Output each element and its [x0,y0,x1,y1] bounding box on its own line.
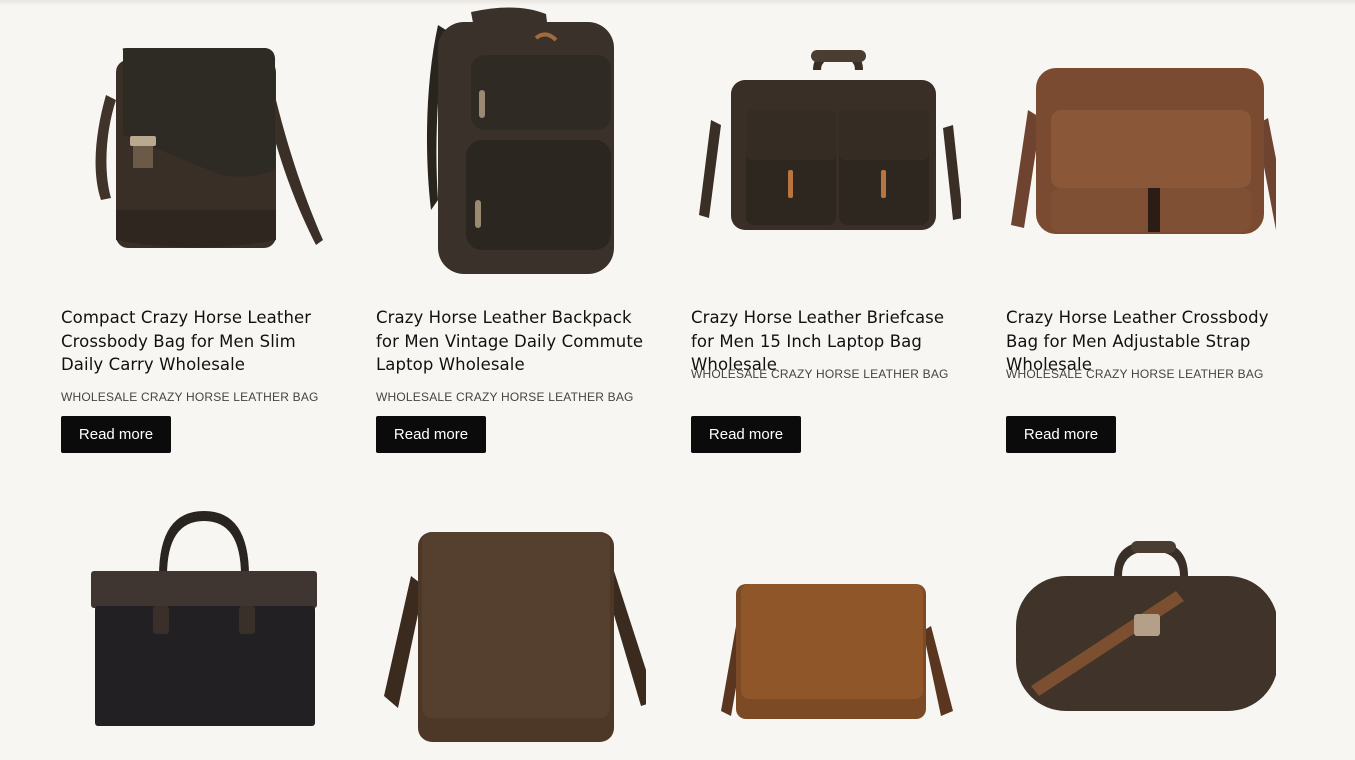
product-grid-page: Compact Crazy Horse Leather Crossbody Ba… [0,0,1355,760]
briefcase-image[interactable] [691,0,961,290]
read-more-button[interactable]: Read more [61,416,171,453]
read-more-button[interactable]: Read more [1006,416,1116,453]
tan-messenger-bag-image[interactable] [691,496,961,760]
read-more-button[interactable]: Read more [691,416,801,453]
backpack-image[interactable] [376,0,646,290]
brown-crossbody-bag-image[interactable] [1006,0,1276,290]
product-title[interactable]: Crazy Horse Leather Backpack for Men Vin… [376,306,646,377]
product-title[interactable]: Crazy Horse Leather Briefcase for Men 15… [691,306,961,377]
duffel-bag-image[interactable] [1006,496,1276,760]
tote-bag-image[interactable] [61,496,331,760]
product-category[interactable]: WHOLESALE CRAZY HORSE LEATHER BAG [1006,367,1264,381]
read-more-button[interactable]: Read more [376,416,486,453]
messenger-bag-image[interactable] [376,496,646,760]
product-category[interactable]: WHOLESALE CRAZY HORSE LEATHER BAG [61,390,319,404]
crossbody-bag-image[interactable] [61,0,331,290]
product-category[interactable]: WHOLESALE CRAZY HORSE LEATHER BAG [376,390,634,404]
product-title[interactable]: Compact Crazy Horse Leather Crossbody Ba… [61,306,331,377]
product-category[interactable]: WHOLESALE CRAZY HORSE LEATHER BAG [691,367,949,381]
product-title[interactable]: Crazy Horse Leather Crossbody Bag for Me… [1006,306,1276,377]
